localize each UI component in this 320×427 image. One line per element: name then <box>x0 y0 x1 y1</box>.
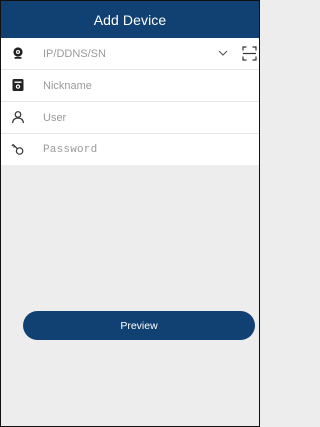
address-row <box>1 38 259 70</box>
user-row <box>1 102 259 134</box>
user-icon <box>11 111 25 124</box>
nickname-input[interactable] <box>43 76 203 95</box>
app-window: Add Device IP/DDNS/SN Nickname User Prev… <box>0 0 260 427</box>
password-input[interactable] <box>43 140 203 159</box>
add-device-form <box>1 38 259 165</box>
key-icon <box>11 143 24 155</box>
user-input[interactable] <box>43 108 203 127</box>
chevron-down-icon[interactable] <box>218 49 228 57</box>
nickname-row <box>1 70 259 102</box>
header-bar: Add Device <box>1 1 259 38</box>
address-input[interactable] <box>43 44 203 63</box>
preview-button[interactable]: Preview <box>23 311 255 340</box>
device-card-icon <box>12 79 24 91</box>
password-row <box>1 134 259 165</box>
page-title: Add Device <box>93 11 167 28</box>
camera-icon <box>13 47 23 59</box>
scan-icon[interactable] <box>242 46 257 61</box>
